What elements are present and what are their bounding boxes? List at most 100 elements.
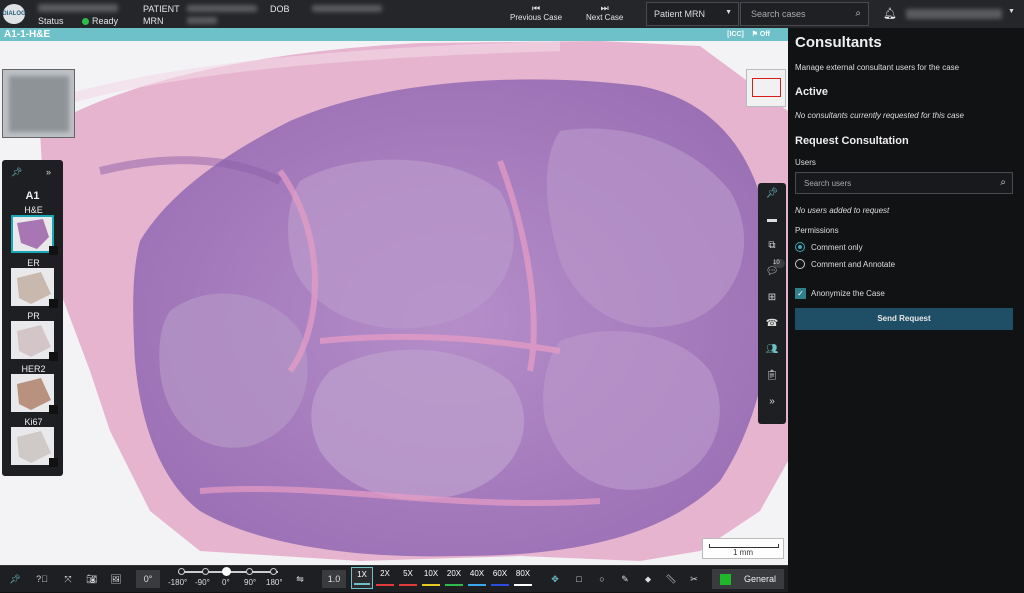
consultants-panel: Consultants Manage external consultant u… [788,28,1024,592]
rotation-value[interactable]: 0° [136,570,160,588]
send-request-button[interactable]: Send Request [795,308,1013,330]
pen-icon[interactable]: ✎ [618,570,632,588]
slide-viewer[interactable]: A1-1-H&E [ICC] ⚑ Off 📌︎ » A1 H&E ER PR H… [0,28,788,592]
folder-icon[interactable]: ▬ [758,214,786,225]
image-icon[interactable]: 🖼︎ [108,570,124,588]
panel-title: Consultants [795,34,882,51]
chevron-down-icon: ▼ [725,9,732,16]
magnification-color-bar [514,584,532,586]
rectangle-icon[interactable]: □ [572,570,586,588]
marker-icon[interactable]: ⬥ [641,570,655,588]
search-icon[interactable]: ⌕ [1000,177,1006,188]
magnification-5x-button[interactable]: 5X [397,567,419,589]
user-menu[interactable] [906,9,1002,19]
icc-label: [ICC] [727,31,744,38]
pin-icon[interactable]: 📌︎ [8,570,22,588]
case-search-input[interactable]: Search cases ⌕ [740,2,869,26]
expand-icon[interactable]: » [758,396,786,407]
magnification-40x-button[interactable]: 40X [466,567,488,589]
slide-thumb-pr[interactable]: PR [9,311,58,361]
status-indicator: Ready [82,16,118,27]
top-bar: DIALOG Status Ready PATIENT MRN DOB ⏮ Pr… [0,0,1024,28]
patient-name-redacted [187,5,257,12]
magnification-20x-button[interactable]: 20X [443,567,465,589]
magnification-80x-button[interactable]: 80X [512,567,534,589]
circle-icon[interactable]: ○ [595,570,609,588]
tools-icon[interactable]: ✂ [687,570,701,588]
magnification-60x-button[interactable]: 60X [489,567,511,589]
slide-thumb-he[interactable]: H&E [9,205,58,255]
search-type-select[interactable]: Patient MRN ▼ [646,2,739,26]
help-icon[interactable]: ?⃝ [34,570,50,588]
scale-bar-label: 1 mm [733,548,753,557]
icc-toggle[interactable]: [ICC] ⚑ Off [727,28,770,41]
user-chevron-down-icon[interactable]: ▼ [1008,8,1015,15]
slides-panel: 📌︎ » A1 H&E ER PR HER2 Ki67 [2,160,63,476]
slide-label-block [49,458,58,467]
permission-comment-annotate[interactable]: Comment and Annotate [795,259,895,269]
rotation-slider-thumb[interactable] [222,567,231,576]
comments-icon[interactable]: 💬︎ [758,266,786,277]
anonymize-checkbox[interactable]: ✓ Anonymize the Case [795,288,885,299]
magnification-label: 20X [446,569,462,578]
pan-icon[interactable]: ✥ [548,570,562,588]
radio-icon[interactable] [795,259,805,269]
side-toolbar: 📌︎ ▬ ⧉ 10 💬︎ ⊞ ☎ 👥︎ 📋︎ » [758,183,786,424]
ruler-icon[interactable]: 📏︎ [664,570,678,588]
slides-icon[interactable]: ⧉ [758,240,786,251]
overview-map[interactable] [746,69,786,107]
magnification-color-bar [491,584,509,586]
slide-thumb-ki67[interactable]: Ki67 [9,417,58,467]
skip-forward-icon: ⏭ [600,3,609,13]
slide-thumb-image [11,427,54,465]
pin-icon[interactable]: 📌︎ [758,188,786,199]
slide-label-block [49,405,58,414]
rotation-slider[interactable]: -180° -90° 0° 90° 180° [168,566,288,592]
magnification-label: 10X [423,569,439,578]
rotation-tick [270,568,277,575]
magnification-10x-button[interactable]: 10X [420,567,442,589]
magnification-2x-button[interactable]: 2X [374,567,396,589]
expand-icon[interactable]: » [46,167,51,177]
previous-case-button[interactable]: ⏮ Previous Case [510,3,562,23]
rotation-tick-label: 180° [266,578,283,587]
anonymize-label: Anonymize the Case [811,289,885,298]
patient-label: PATIENT [143,4,180,14]
checkbox-checked-icon[interactable]: ✓ [795,288,806,299]
rotation-tick-label: -90° [195,578,210,587]
radio-selected-icon[interactable] [795,242,805,252]
search-icon[interactable]: ⌕ [855,8,861,19]
hierarchy-icon[interactable]: ⊞ [758,292,786,303]
slide-thumb-her2[interactable]: HER2 [9,364,58,414]
magnification-1x-button[interactable]: 1X [351,567,373,589]
zoom-value[interactable]: 1.0 [322,570,346,588]
bell-icon[interactable]: 🔔︎ [883,7,897,20]
consultants-icon[interactable]: 👥︎ [758,344,786,355]
magnification-group: 1X 2X 5X 10X 20X 40X 60X 80X [351,566,535,593]
flip-icon[interactable]: ⇋ [292,570,308,588]
slide-thumb-er[interactable]: ER [9,258,58,308]
next-case-button[interactable]: ⏭ Next Case [586,3,623,23]
rotation-tick [178,568,185,575]
clipboard-icon[interactable]: 📋︎ [758,370,786,381]
pin-icon[interactable]: 📌︎ [11,167,22,178]
next-case-label: Next Case [586,13,624,22]
slide-label-block [49,299,58,308]
magnification-label: 2X [380,569,390,578]
overview-viewport-box[interactable] [752,78,781,97]
phone-icon[interactable]: ☎ [758,318,786,329]
fullscreen-icon[interactable]: ⤧ [60,570,76,588]
dob-label: DOB [270,4,290,14]
magnification-color-bar [376,584,394,586]
app-logo[interactable]: DIALOG [2,4,26,24]
annotation-class-button[interactable]: General [712,569,784,589]
rotation-tick-label: 90° [244,578,257,587]
camera-icon[interactable]: 📷︎ [84,570,100,588]
slide-thumb-label: HER2 [21,364,46,374]
rotation-tick [246,568,253,575]
permission-comment-only[interactable]: Comment only [795,242,863,252]
slide-thumb-image [11,374,54,412]
users-search-input[interactable]: Search users ⌕ [795,172,1013,194]
magnification-label: 1X [357,570,367,579]
tissue-image[interactable] [0,41,788,569]
